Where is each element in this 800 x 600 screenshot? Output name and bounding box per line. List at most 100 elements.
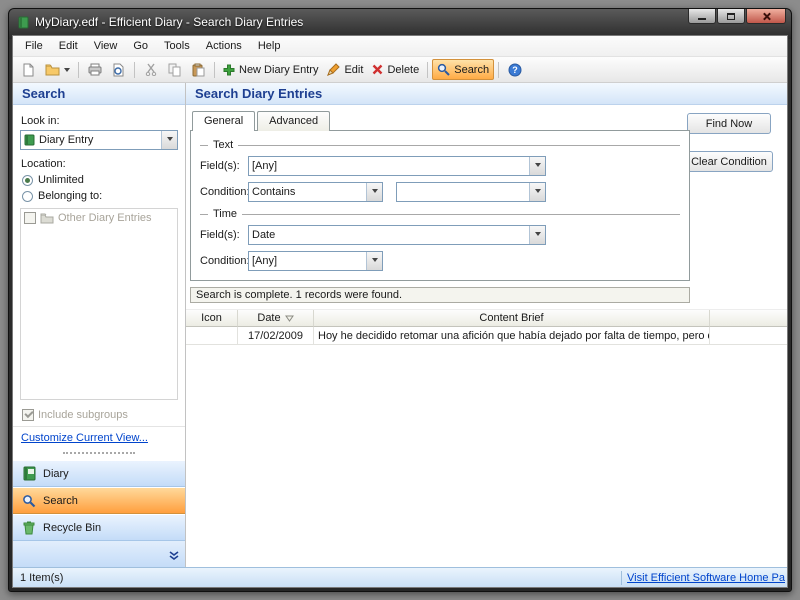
sidebar: Search Look in: Diary Entry Location: Un… bbox=[13, 83, 186, 567]
customize-view-row: Customize Current View... bbox=[13, 426, 185, 447]
text-fields-combobox[interactable]: [Any] bbox=[248, 156, 546, 176]
tab-general[interactable]: General bbox=[192, 111, 256, 131]
sidebar-item-recycle-bin[interactable]: Recycle Bin bbox=[13, 514, 185, 541]
diary-nav-label: Diary bbox=[43, 467, 69, 480]
sidebar-item-diary[interactable]: Diary bbox=[13, 460, 185, 487]
toolbar: New Diary Entry Edit Delete Search ? bbox=[13, 57, 787, 83]
menu-file[interactable]: File bbox=[17, 37, 51, 55]
time-fields-value: Date bbox=[252, 229, 276, 241]
toolbar-separator bbox=[78, 61, 79, 78]
unlimited-label: Unlimited bbox=[38, 174, 84, 186]
look-in-value: Diary Entry bbox=[39, 134, 94, 146]
column-header-filler bbox=[710, 310, 787, 327]
search-tabs: General Advanced bbox=[192, 110, 787, 131]
window-body: File Edit View Go Tools Actions Help New… bbox=[12, 35, 788, 588]
time-fields-combobox[interactable]: Date bbox=[248, 225, 546, 245]
text-group-label: Text bbox=[213, 139, 234, 151]
statusbar: 1 Item(s) Visit Efficient Software Home … bbox=[13, 567, 787, 587]
text-value-combobox[interactable] bbox=[396, 182, 546, 202]
sidebar-search-options: Look in: Diary Entry Location: Unlimited bbox=[13, 105, 185, 206]
column-header-date[interactable]: Date bbox=[238, 310, 314, 327]
menu-edit[interactable]: Edit bbox=[51, 37, 86, 55]
edit-pencil-icon bbox=[327, 63, 341, 76]
column-header-icon[interactable]: Icon bbox=[186, 310, 238, 327]
delete-label: Delete bbox=[387, 63, 420, 76]
include-subgroups-label: Include subgroups bbox=[38, 409, 128, 421]
new-diary-entry-label: New Diary Entry bbox=[239, 63, 319, 76]
open-folder-icon bbox=[45, 63, 60, 76]
search-toolbar-label: Search bbox=[454, 63, 490, 76]
desktop: MyDiary.edf - Efficient Diary - Search D… bbox=[0, 0, 800, 600]
include-subgroups-checkbox-row: Include subgroups bbox=[13, 406, 185, 426]
time-group-label: Time bbox=[213, 208, 238, 220]
clear-condition-button[interactable]: Clear Condition bbox=[685, 151, 773, 172]
search-toolbar-button[interactable]: Search bbox=[432, 59, 495, 80]
help-button[interactable]: ? bbox=[503, 59, 526, 80]
column-header-content-brief[interactable]: Content Brief bbox=[314, 310, 710, 327]
sidebar-nav-footer bbox=[13, 541, 185, 567]
checkbox-icon bbox=[24, 212, 36, 224]
edit-entry-button[interactable]: Edit bbox=[323, 59, 367, 80]
edit-label: Edit bbox=[344, 63, 364, 76]
print-preview-button[interactable] bbox=[107, 59, 130, 80]
toolbar-separator bbox=[498, 61, 500, 78]
dropdown-arrow-icon bbox=[366, 183, 382, 201]
search-magnifier-icon bbox=[22, 494, 36, 508]
general-tab-panel: Text Field(s): [Any] Condition: Contains… bbox=[190, 130, 690, 281]
tab-advanced[interactable]: Advanced bbox=[257, 111, 331, 131]
menu-view[interactable]: View bbox=[86, 37, 126, 55]
toolbar-separator bbox=[427, 61, 429, 78]
copy-button bbox=[163, 59, 186, 80]
text-condition-row: Condition: Contains bbox=[200, 182, 680, 202]
look-in-combobox[interactable]: Diary Entry bbox=[20, 130, 178, 150]
sort-descending-icon bbox=[284, 315, 294, 322]
titlebar[interactable]: MyDiary.edf - Efficient Diary - Search D… bbox=[12, 9, 788, 35]
maximize-button[interactable] bbox=[717, 9, 745, 24]
window-controls bbox=[688, 9, 786, 24]
delete-x-icon bbox=[372, 64, 383, 75]
print-button[interactable] bbox=[83, 59, 106, 80]
new-diary-entry-button[interactable]: New Diary Entry bbox=[219, 59, 322, 80]
radio-unlimited[interactable]: Unlimited bbox=[22, 174, 178, 186]
close-icon bbox=[762, 12, 771, 21]
condition-label: Condition: bbox=[200, 186, 250, 198]
open-file-button[interactable] bbox=[41, 59, 74, 80]
new-file-button[interactable] bbox=[17, 59, 40, 80]
results-header-row: Icon Date Content Brief bbox=[186, 310, 787, 327]
home-page-link[interactable]: Visit Efficient Software Home Pa bbox=[627, 572, 785, 584]
minimize-button[interactable] bbox=[688, 9, 716, 24]
entry-content-cell: Hoy he decidido retomar una afición que … bbox=[314, 327, 710, 344]
panel-resize-grip[interactable] bbox=[63, 452, 135, 454]
content: Search Look in: Diary Entry Location: Un… bbox=[13, 83, 787, 567]
location-label: Location: bbox=[21, 158, 66, 170]
dropdown-arrow-icon bbox=[529, 183, 545, 201]
time-condition-combobox[interactable]: [Any] bbox=[248, 251, 383, 271]
menu-go[interactable]: Go bbox=[125, 37, 156, 55]
search-form-area: General Advanced Text Field(s): [Any] Co… bbox=[186, 105, 787, 281]
delete-entry-button[interactable]: Delete bbox=[368, 59, 423, 80]
printer-icon bbox=[88, 63, 102, 76]
date-column-label: Date bbox=[257, 312, 281, 324]
paste-button[interactable] bbox=[187, 59, 210, 80]
radio-belonging-to[interactable]: Belonging to: bbox=[22, 190, 178, 202]
configure-buttons-chevron-icon[interactable] bbox=[168, 550, 180, 562]
menu-tools[interactable]: Tools bbox=[156, 37, 198, 55]
look-in-label: Look in: bbox=[21, 115, 60, 127]
customize-current-view-link[interactable]: Customize Current View... bbox=[21, 432, 148, 444]
text-condition-combobox[interactable]: Contains bbox=[248, 182, 383, 202]
toolbar-separator bbox=[134, 61, 135, 78]
time-condition-value: [Any] bbox=[252, 255, 278, 267]
dropdown-arrow-icon bbox=[366, 252, 382, 270]
close-button[interactable] bbox=[746, 9, 786, 24]
recycle-bin-icon bbox=[22, 520, 36, 535]
time-fields-row: Field(s): Date bbox=[200, 225, 680, 245]
sidebar-item-search[interactable]: Search bbox=[13, 487, 185, 514]
search-status-message: Search is complete. 1 records were found… bbox=[190, 287, 690, 303]
entry-date-cell: 17/02/2009 bbox=[238, 327, 314, 344]
main-header: Search Diary Entries bbox=[186, 83, 787, 105]
recycle-bin-nav-label: Recycle Bin bbox=[43, 521, 102, 534]
menu-help[interactable]: Help bbox=[250, 37, 289, 55]
cut-scissors-icon bbox=[145, 63, 157, 76]
table-row[interactable]: 17/02/2009 Hoy he decidido retomar una a… bbox=[186, 327, 787, 345]
menu-actions[interactable]: Actions bbox=[198, 37, 250, 55]
